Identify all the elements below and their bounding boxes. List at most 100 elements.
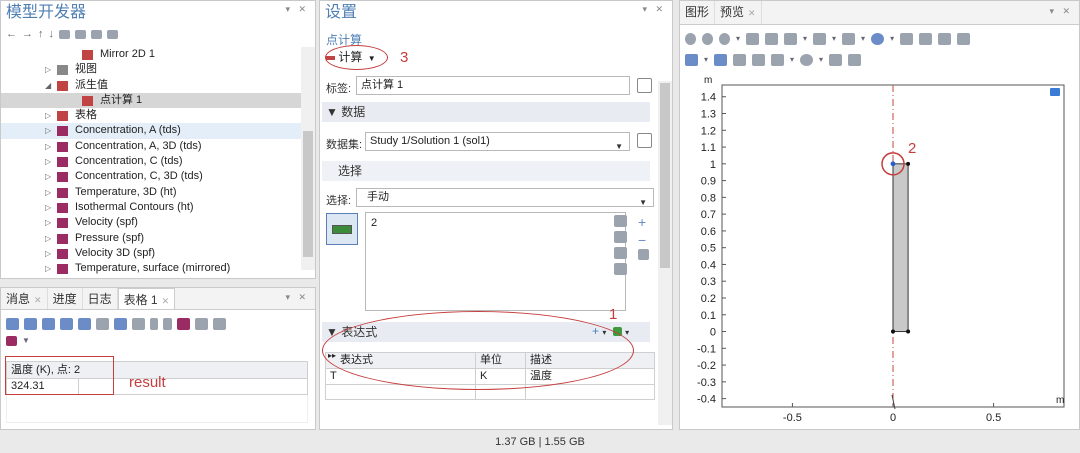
tree-expand-icon[interactable]: ▷ xyxy=(45,215,51,230)
tree-item[interactable]: ▷ 表格 xyxy=(1,108,301,123)
create-selection-icon[interactable] xyxy=(638,249,649,260)
dataset-goto-icon[interactable] xyxy=(637,133,652,148)
forward-icon[interactable]: → xyxy=(22,26,33,42)
settings-dropdown-icon[interactable]: ▼ xyxy=(22,333,30,349)
tab[interactable]: 消息 ✕ xyxy=(1,288,48,309)
auto-precision-icon[interactable] xyxy=(24,318,37,330)
tree-expand-icon[interactable]: ▷ xyxy=(45,200,51,215)
tree-expand-icon[interactable]: ▷ xyxy=(45,62,51,77)
grid-icon[interactable] xyxy=(919,33,933,45)
menu-icon[interactable] xyxy=(107,29,118,39)
tree-item[interactable]: ▷ Pressure (spf) xyxy=(1,231,301,246)
active-toggle-button[interactable] xyxy=(326,213,358,245)
delete-icon[interactable] xyxy=(163,318,172,330)
tree-expand-icon[interactable]: ▷ xyxy=(45,261,51,276)
zoom-selected-icon[interactable] xyxy=(746,33,760,45)
graphics-pin-icon[interactable]: ▾ ✕ xyxy=(1049,6,1073,17)
select-domain-icon[interactable] xyxy=(752,54,766,66)
tab[interactable]: 图形 xyxy=(680,1,716,24)
table-surface-icon[interactable] xyxy=(132,318,145,330)
selection-select[interactable]: 手动 ▼ xyxy=(356,188,654,207)
settings-pin-icon[interactable]: ▾ ✕ xyxy=(642,4,666,15)
table-graph-icon[interactable] xyxy=(114,318,127,330)
settings-icon[interactable] xyxy=(6,336,17,346)
tree-expand-icon[interactable]: ▷ xyxy=(45,154,51,169)
show-icon[interactable] xyxy=(59,29,70,39)
settings-scrollbar[interactable] xyxy=(658,81,672,425)
zoom-selection-icon[interactable] xyxy=(614,263,627,275)
gear-icon[interactable] xyxy=(800,54,814,66)
tree-item[interactable]: ▷ Velocity (spf) xyxy=(1,215,301,230)
close-icon[interactable]: ✕ xyxy=(34,295,42,305)
tree-item[interactable]: ▷ Temperature, surface (mirrored) xyxy=(1,261,301,276)
clear-selection-icon[interactable] xyxy=(614,247,627,259)
replace-expression-dropdown-icon[interactable]: ▾ xyxy=(625,328,629,337)
tree-scrollbar[interactable] xyxy=(301,47,315,270)
tab[interactable]: 预览 ✕ xyxy=(715,1,762,24)
tree-item[interactable]: ◢ 派生值 xyxy=(1,78,301,93)
tree-item[interactable]: ▷ Concentration, C, 3D (tds) xyxy=(1,169,301,184)
down-icon[interactable]: ↓ xyxy=(49,26,55,42)
zoom-in-icon[interactable] xyxy=(685,33,696,45)
copy-selection-icon[interactable] xyxy=(614,231,627,243)
label-field[interactable]: 点计算 1 xyxy=(356,76,630,95)
select-dropdown-icon[interactable]: ▾ xyxy=(832,31,836,47)
plot-icon[interactable] xyxy=(177,318,190,330)
settings-scrollbar-thumb[interactable] xyxy=(660,83,670,268)
graphics-plot[interactable]: -0.4 -0.3 -0.2 -0.1 0 0.1 0.2 0.3 0.4 0.5 0.6 0.7 0.… xyxy=(680,69,1079,430)
automatic-notation-icon[interactable] xyxy=(96,318,109,330)
tree-item[interactable]: Mirror 2D 1 xyxy=(1,47,301,62)
axis-icon[interactable] xyxy=(784,33,798,45)
close-icon[interactable]: ✕ xyxy=(162,296,170,306)
render-icon[interactable] xyxy=(871,33,885,45)
select-boundary-icon[interactable] xyxy=(771,54,785,66)
tree-expand-icon[interactable]: ▷ xyxy=(45,139,51,154)
tree-item[interactable]: ▷ Velocity 3D (spf) xyxy=(1,246,301,261)
decimal-notation-icon[interactable] xyxy=(78,318,91,330)
tree-item[interactable]: ▷ Concentration, A (tds) xyxy=(1,123,301,139)
tree-item[interactable]: ▷ Temperature, 3D (ht) xyxy=(1,185,301,200)
select-objects-icon[interactable] xyxy=(733,54,747,66)
zoom-box-icon[interactable] xyxy=(719,33,730,45)
messages-pin-icon[interactable]: ▾ ✕ xyxy=(285,292,309,303)
zoom-to-selection-icon[interactable] xyxy=(900,33,914,45)
clear-table-icon[interactable] xyxy=(150,318,158,330)
tree-item[interactable]: ▷ 视图 xyxy=(1,62,301,77)
full-precision-icon[interactable] xyxy=(6,318,19,330)
paste-selection-icon[interactable] xyxy=(614,215,627,227)
tree-expand-icon[interactable]: ▷ xyxy=(45,246,51,261)
print-icon[interactable] xyxy=(848,54,862,66)
tree-expand-icon[interactable]: ◢ xyxy=(45,78,51,93)
gear-dropdown-icon[interactable]: ▾ xyxy=(819,52,823,68)
tab[interactable]: 表格 1 ✕ xyxy=(117,288,176,309)
tab[interactable]: 日志 xyxy=(83,288,118,309)
copy-icon[interactable] xyxy=(195,318,208,330)
select-all-icon[interactable] xyxy=(714,54,728,66)
tree-item[interactable]: ▷ Isothermal Contours (ht) xyxy=(1,200,301,215)
zoom-extents-icon[interactable] xyxy=(765,33,779,45)
manual-precision-icon[interactable] xyxy=(42,318,55,330)
select-box-icon[interactable] xyxy=(813,33,827,45)
tree-scrollbar-thumb[interactable] xyxy=(303,131,313,257)
tree-expand-icon[interactable]: ▷ xyxy=(45,231,51,246)
export-icon[interactable] xyxy=(213,318,226,330)
scene-light-icon[interactable] xyxy=(842,33,856,45)
tree-expand-icon[interactable]: ▷ xyxy=(45,123,51,138)
clear-selection-graphics-icon[interactable] xyxy=(957,33,971,45)
tree-expand-icon[interactable]: ▷ xyxy=(45,185,51,200)
tree-item[interactable]: 点计算 1 xyxy=(1,92,301,109)
hide-icon[interactable] xyxy=(938,33,952,45)
tree-item[interactable]: ▷ Concentration, C (tds) xyxy=(1,154,301,169)
tree-expand-icon[interactable]: ▷ xyxy=(45,108,51,123)
zoom-out-icon[interactable] xyxy=(702,33,713,45)
selection-mode-dropdown-icon[interactable]: ▾ xyxy=(704,52,708,68)
axis-dropdown-icon[interactable]: ▾ xyxy=(803,31,807,47)
scene-dropdown-icon[interactable]: ▾ xyxy=(861,31,865,47)
tab[interactable]: 进度 xyxy=(48,288,83,309)
label-reset-icon[interactable] xyxy=(637,78,652,93)
selection-list[interactable]: 2 xyxy=(365,212,626,311)
remove-selection-icon[interactable]: − xyxy=(638,231,652,249)
data-section-header[interactable]: ▼ 数据 xyxy=(322,102,650,122)
camera-icon[interactable] xyxy=(829,54,843,66)
selection-mode-icon[interactable] xyxy=(685,54,698,66)
